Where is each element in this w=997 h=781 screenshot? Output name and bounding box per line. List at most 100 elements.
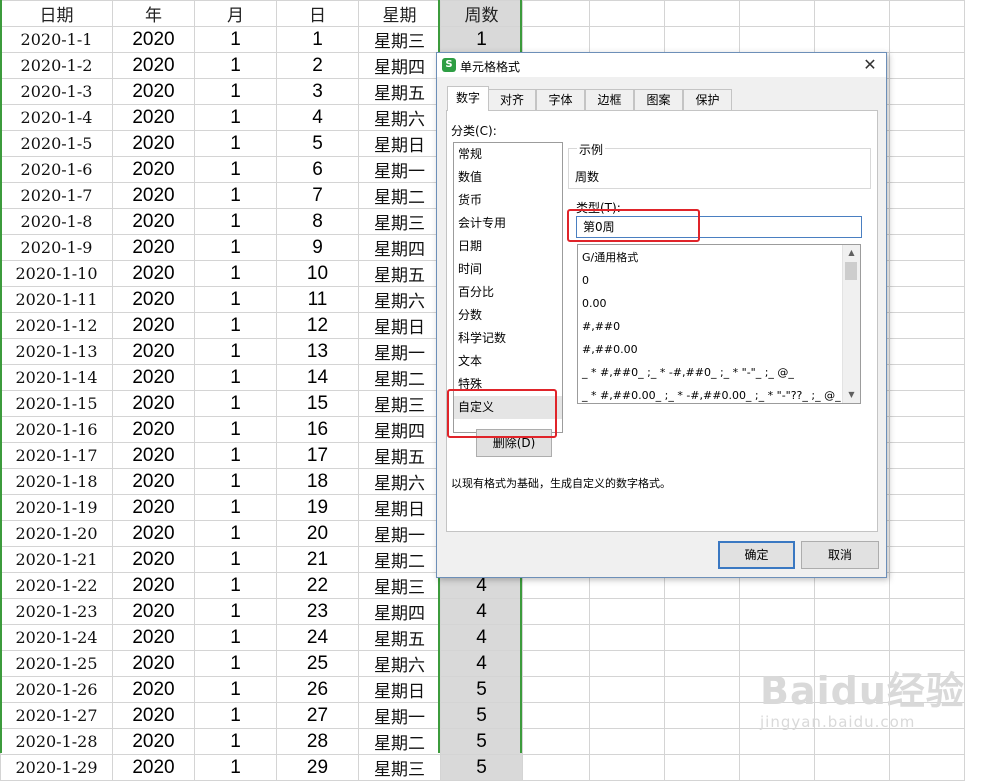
week-number-cell[interactable]: 5 <box>440 676 523 703</box>
empty-cell[interactable] <box>814 754 890 781</box>
year-cell[interactable]: 2020 <box>112 624 195 651</box>
day-cell[interactable]: 12 <box>276 312 359 339</box>
date-cell[interactable]: 2020-1-24 <box>0 624 113 651</box>
week-number-cell[interactable]: 5 <box>440 728 523 755</box>
year-cell[interactable]: 2020 <box>112 754 195 781</box>
day-cell[interactable]: 13 <box>276 338 359 365</box>
month-cell[interactable]: 1 <box>194 572 277 599</box>
day-cell[interactable]: 23 <box>276 598 359 625</box>
month-cell[interactable]: 1 <box>194 156 277 183</box>
date-cell[interactable]: 2020-1-13 <box>0 338 113 365</box>
format-item[interactable]: #,##0 <box>582 315 620 338</box>
day-cell[interactable]: 15 <box>276 390 359 417</box>
weekday-cell[interactable]: 星期一 <box>358 338 441 365</box>
date-cell[interactable]: 2020-1-25 <box>0 650 113 677</box>
year-cell[interactable]: 2020 <box>112 598 195 625</box>
empty-cell[interactable] <box>589 754 665 781</box>
empty-cell[interactable] <box>664 598 740 625</box>
month-cell[interactable]: 1 <box>194 286 277 313</box>
day-cell[interactable]: 18 <box>276 468 359 495</box>
year-cell[interactable]: 2020 <box>112 728 195 755</box>
year-cell[interactable]: 2020 <box>112 702 195 729</box>
empty-cell[interactable] <box>814 26 890 53</box>
month-cell[interactable]: 1 <box>194 494 277 521</box>
empty-cell[interactable] <box>664 676 740 703</box>
day-cell[interactable]: 26 <box>276 676 359 703</box>
category-item-time[interactable]: 时间 <box>454 258 562 281</box>
year-cell[interactable]: 2020 <box>112 364 195 391</box>
empty-cell[interactable] <box>739 728 815 755</box>
month-cell[interactable]: 1 <box>194 182 277 209</box>
weekday-cell[interactable]: 星期日 <box>358 676 441 703</box>
empty-cell[interactable] <box>889 104 965 131</box>
tab-number[interactable]: 数字 <box>447 86 489 111</box>
empty-cell[interactable] <box>664 0 740 27</box>
date-cell[interactable]: 2020-1-7 <box>0 182 113 209</box>
date-cell[interactable]: 2020-1-10 <box>0 260 113 287</box>
date-cell[interactable]: 2020-1-29 <box>0 754 113 781</box>
day-cell[interactable]: 5 <box>276 130 359 157</box>
empty-cell[interactable] <box>664 754 740 781</box>
year-cell[interactable]: 2020 <box>112 208 195 235</box>
column-header[interactable]: 年 <box>112 0 195 27</box>
type-input[interactable]: 第0周 <box>576 216 862 238</box>
date-cell[interactable]: 2020-1-2 <box>0 52 113 79</box>
category-item-currency[interactable]: 货币 <box>454 189 562 212</box>
weekday-cell[interactable]: 星期三 <box>358 390 441 417</box>
weekday-cell[interactable]: 星期四 <box>358 598 441 625</box>
category-item-number[interactable]: 数值 <box>454 166 562 189</box>
empty-cell[interactable] <box>664 650 740 677</box>
year-cell[interactable]: 2020 <box>112 104 195 131</box>
day-cell[interactable]: 9 <box>276 234 359 261</box>
day-cell[interactable]: 21 <box>276 546 359 573</box>
weekday-cell[interactable]: 星期四 <box>358 234 441 261</box>
year-cell[interactable]: 2020 <box>112 416 195 443</box>
empty-cell[interactable] <box>889 338 965 365</box>
empty-cell[interactable] <box>814 0 890 27</box>
year-cell[interactable]: 2020 <box>112 260 195 287</box>
empty-cell[interactable] <box>814 624 890 651</box>
month-cell[interactable]: 1 <box>194 598 277 625</box>
column-header[interactable]: 日 <box>276 0 359 27</box>
date-cell[interactable]: 2020-1-12 <box>0 312 113 339</box>
format-item[interactable]: _ * #,##0_ ;_ * -#,##0_ ;_ * "-"_ ;_ @_ <box>582 361 794 384</box>
week-number-cell[interactable]: 5 <box>440 754 523 781</box>
day-cell[interactable]: 17 <box>276 442 359 469</box>
empty-cell[interactable] <box>589 624 665 651</box>
month-cell[interactable]: 1 <box>194 702 277 729</box>
column-header[interactable]: 星期 <box>358 0 441 27</box>
year-cell[interactable]: 2020 <box>112 182 195 209</box>
weekday-cell[interactable]: 星期五 <box>358 78 441 105</box>
empty-cell[interactable] <box>889 0 965 27</box>
weekday-cell[interactable]: 星期日 <box>358 494 441 521</box>
empty-cell[interactable] <box>889 130 965 157</box>
month-cell[interactable]: 1 <box>194 234 277 261</box>
day-cell[interactable]: 29 <box>276 754 359 781</box>
weekday-cell[interactable]: 星期五 <box>358 260 441 287</box>
category-item-general[interactable]: 常规 <box>454 143 562 166</box>
day-cell[interactable]: 3 <box>276 78 359 105</box>
date-cell[interactable]: 2020-1-17 <box>0 442 113 469</box>
empty-cell[interactable] <box>889 572 965 599</box>
weekday-cell[interactable]: 星期四 <box>358 52 441 79</box>
year-cell[interactable]: 2020 <box>112 442 195 469</box>
day-cell[interactable]: 10 <box>276 260 359 287</box>
empty-cell[interactable] <box>889 728 965 755</box>
day-cell[interactable]: 22 <box>276 572 359 599</box>
empty-cell[interactable] <box>889 624 965 651</box>
empty-cell[interactable] <box>814 728 890 755</box>
date-cell[interactable]: 2020-1-27 <box>0 702 113 729</box>
month-cell[interactable]: 1 <box>194 130 277 157</box>
category-item-date[interactable]: 日期 <box>454 235 562 258</box>
empty-cell[interactable] <box>889 312 965 339</box>
scroll-down-icon[interactable]: ▼ <box>843 387 860 403</box>
month-cell[interactable]: 1 <box>194 416 277 443</box>
empty-cell[interactable] <box>589 650 665 677</box>
day-cell[interactable]: 16 <box>276 416 359 443</box>
empty-cell[interactable] <box>889 494 965 521</box>
empty-cell[interactable] <box>522 728 590 755</box>
month-cell[interactable]: 1 <box>194 338 277 365</box>
category-item-fraction[interactable]: 分数 <box>454 304 562 327</box>
category-item-accounting[interactable]: 会计专用 <box>454 212 562 235</box>
day-cell[interactable]: 8 <box>276 208 359 235</box>
